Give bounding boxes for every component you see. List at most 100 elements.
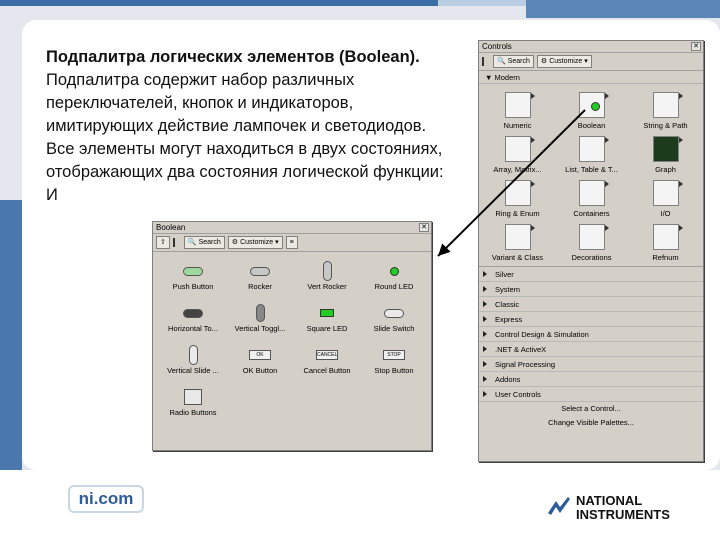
- expand-arrow-icon: [483, 361, 487, 367]
- controls-palette-window[interactable]: Controls ✕ 🔍 Search ⚙ Customize ▾ ▼ Modern …: [478, 40, 704, 462]
- list-view-icon: ≡: [289, 239, 294, 246]
- palette-array[interactable]: Array, Matrix...: [481, 136, 554, 175]
- bool-push-button[interactable]: Push Button: [158, 260, 228, 292]
- graph-icon: [652, 136, 683, 162]
- bool-rocker[interactable]: Rocker: [225, 260, 295, 292]
- vert-rocker-icon: [322, 261, 332, 281]
- select-control-link[interactable]: Select a Control...: [479, 402, 703, 416]
- numeric-icon: [504, 92, 535, 118]
- cancel-button-icon: CANCEL: [316, 350, 338, 360]
- category-net-activex[interactable]: .NET & ActiveX: [479, 342, 703, 357]
- bool-stop-button[interactable]: STOP Stop Button: [359, 344, 429, 376]
- palette-refnum[interactable]: Refnum: [629, 224, 702, 263]
- containers-icon: [578, 180, 609, 206]
- palette-ring-enum[interactable]: Ring & Enum: [481, 180, 554, 219]
- controls-customize-button[interactable]: ⚙ Customize ▾: [536, 55, 592, 68]
- bool-square-led[interactable]: Square LED: [292, 302, 362, 334]
- refnum-icon: [652, 224, 683, 250]
- up-arrow-button[interactable]: ⇧: [156, 236, 170, 249]
- io-icon: [652, 180, 683, 206]
- list-icon: [578, 136, 609, 162]
- up-arrow-icon: ⇧: [160, 239, 166, 246]
- round-led-icon: [389, 266, 399, 276]
- boolean-icon: [578, 92, 609, 118]
- slide-paragraph: Подпалитра содержит набор различных пере…: [46, 71, 444, 204]
- bool-vertical-slide[interactable]: Vertical Slide ...: [158, 344, 228, 376]
- palette-numeric[interactable]: Numeric: [481, 92, 554, 131]
- expand-arrow-icon: [483, 286, 487, 292]
- ok-button-icon: OK: [249, 350, 271, 360]
- bool-cancel-button[interactable]: CANCEL Cancel Button: [292, 344, 362, 376]
- view-options-button[interactable]: ≡: [285, 236, 298, 249]
- category-classic[interactable]: Classic: [479, 297, 703, 312]
- category-signal-processing[interactable]: Signal Processing: [479, 357, 703, 372]
- change-visible-palettes-link[interactable]: Change Visible Palettes...: [479, 416, 703, 430]
- palette-boolean[interactable]: Boolean: [555, 92, 628, 131]
- boolean-palette-grid: Push Button Rocker Vert Rocker Round LED…: [153, 252, 431, 450]
- pin-icon[interactable]: [172, 238, 181, 247]
- category-modern[interactable]: ▼ Modern: [479, 71, 703, 84]
- ni-com-link[interactable]: ni.com: [68, 485, 144, 513]
- expand-arrow-icon: [483, 376, 487, 382]
- expand-arrow-icon: [483, 331, 487, 337]
- category-list: Silver System Classic Express Control De…: [479, 266, 703, 402]
- palette-graph[interactable]: Graph: [629, 136, 702, 175]
- stop-button-icon: STOP: [383, 350, 405, 360]
- expand-arrow-icon: [483, 316, 487, 322]
- close-icon[interactable]: ✕: [419, 223, 429, 232]
- bool-radio-buttons[interactable]: Radio Buttons: [158, 386, 228, 418]
- bool-vertical-toggle[interactable]: Vertical Toggl...: [225, 302, 295, 334]
- boolean-title-bar[interactable]: Boolean ✕: [153, 222, 431, 234]
- palette-containers[interactable]: Containers: [555, 180, 628, 219]
- gear-icon: ⚙: [231, 239, 239, 246]
- slide-switch-icon: [384, 308, 404, 318]
- bool-slide-switch[interactable]: Slide Switch: [359, 302, 429, 334]
- expand-arrow-icon: [483, 346, 487, 352]
- boolean-search-button[interactable]: 🔍 Search: [183, 236, 225, 249]
- gear-icon: ⚙: [540, 58, 548, 65]
- palette-variant-class[interactable]: Variant & Class: [481, 224, 554, 263]
- palette-string-path[interactable]: String & Path: [629, 92, 702, 131]
- bool-vert-rocker[interactable]: Vert Rocker: [292, 260, 362, 292]
- category-system[interactable]: System: [479, 282, 703, 297]
- expand-arrow-icon: [483, 391, 487, 397]
- boolean-customize-button[interactable]: ⚙ Customize ▾: [227, 236, 283, 249]
- ring-icon: [504, 180, 535, 206]
- expand-arrow-icon: [483, 271, 487, 277]
- controls-title-bar[interactable]: Controls ✕: [479, 41, 703, 53]
- bool-horizontal-toggle[interactable]: Horizontal To...: [158, 302, 228, 334]
- palette-decorations[interactable]: Decorations: [555, 224, 628, 263]
- pin-icon[interactable]: [482, 57, 490, 66]
- palette-list-table[interactable]: List, Table & T...: [555, 136, 628, 175]
- bool-ok-button[interactable]: OK OK Button: [225, 344, 295, 376]
- bool-round-led[interactable]: Round LED: [359, 260, 429, 292]
- radio-buttons-icon: [184, 389, 202, 405]
- category-control-design[interactable]: Control Design & Simulation: [479, 327, 703, 342]
- header-bar-dark: [0, 0, 438, 6]
- category-user-controls[interactable]: User Controls: [479, 387, 703, 402]
- close-icon[interactable]: ✕: [691, 42, 701, 51]
- chevron-down-icon: ▾: [584, 58, 588, 65]
- category-silver[interactable]: Silver: [479, 267, 703, 282]
- string-path-icon: [652, 92, 683, 118]
- expand-arrow-icon: [483, 301, 487, 307]
- left-band: [0, 200, 22, 470]
- decorations-icon: [578, 224, 609, 250]
- rocker-icon: [250, 266, 270, 276]
- variant-icon: [504, 224, 535, 250]
- vertical-slide-icon: [188, 345, 198, 365]
- category-express[interactable]: Express: [479, 312, 703, 327]
- controls-toolbar: 🔍 Search ⚙ Customize ▾: [479, 53, 703, 71]
- ni-wordmark: NATIONAL INSTRUMENTS: [576, 493, 670, 522]
- search-icon: 🔍: [187, 239, 197, 246]
- push-button-icon: [183, 266, 203, 276]
- boolean-palette-window[interactable]: Boolean ✕ ⇧ 🔍 Search ⚙ Customize ▾ ≡ Push B…: [152, 221, 432, 451]
- modern-palette-grid: Numeric Boolean String & Path Array, Mat…: [479, 84, 703, 266]
- boolean-toolbar: ⇧ 🔍 Search ⚙ Customize ▾ ≡: [153, 234, 431, 252]
- controls-search-button[interactable]: 🔍 Search: [493, 55, 534, 68]
- category-addons[interactable]: Addons: [479, 372, 703, 387]
- header-bar-right: [526, 0, 720, 18]
- array-icon: [504, 136, 535, 162]
- controls-title: Controls: [482, 42, 512, 51]
- palette-io[interactable]: I/O: [629, 180, 702, 219]
